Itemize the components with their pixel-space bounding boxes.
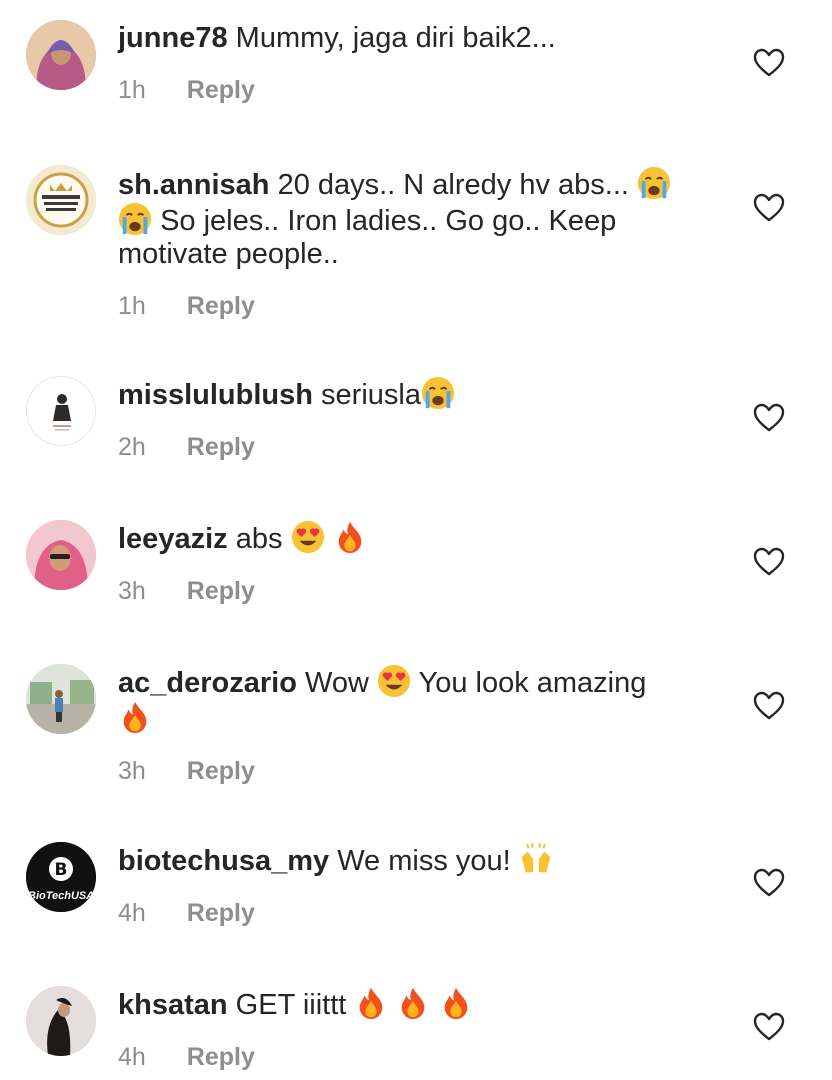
comment-body: khsatan GET iiittt 4h Reply <box>118 986 698 1072</box>
comment-time: 3h <box>118 757 146 785</box>
reply-button[interactable]: Reply <box>187 1042 255 1072</box>
figure-logo-avatar[interactable] <box>26 376 96 446</box>
woman-pink-avatar[interactable] <box>26 520 96 590</box>
comment-message: seriusla <box>321 379 421 411</box>
comment-time: 2h <box>118 433 146 461</box>
comment-username[interactable]: sh.annisah <box>118 169 270 201</box>
heart-outline-icon[interactable] <box>753 403 785 433</box>
reply-button[interactable]: Reply <box>187 75 255 105</box>
woman-dark-avatar[interactable] <box>26 986 96 1056</box>
comment-username[interactable]: junne78 <box>118 22 228 54</box>
comment-meta: 1h Reply <box>118 291 698 321</box>
raised-hands-emoji <box>519 842 553 876</box>
biotechusa-logo-avatar[interactable]: B BioTechUSA <box>26 842 96 912</box>
comment-body: ac_derozario Wow You look amazing 3h Rep… <box>118 664 698 786</box>
comment-message-line-3: motivate people.. <box>118 238 339 270</box>
comment-meta: 4h Reply <box>118 898 698 928</box>
crying-face-emoji <box>637 166 671 200</box>
comment-meta: 4h Reply <box>118 1042 698 1072</box>
comment-message: We miss you! <box>337 845 511 877</box>
svg-text:B: B <box>55 860 68 880</box>
outdoor-person-avatar[interactable] <box>26 664 96 734</box>
comment-time: 4h <box>118 1043 146 1071</box>
comment-body: misslulublush seriusla 2h Reply <box>118 376 698 462</box>
comment-text: ac_derozario Wow You look amazing <box>118 664 698 736</box>
avatar-brand-label: BioTechUSA <box>28 890 95 902</box>
reply-button[interactable]: Reply <box>187 291 255 321</box>
reply-button[interactable]: Reply <box>187 898 255 928</box>
comment-message-part-2: You look amazing <box>418 667 647 699</box>
comment-text: junne78 Mummy, jaga diri baik2... <box>118 22 698 55</box>
heart-outline-icon[interactable] <box>753 547 785 577</box>
comment-message: 20 days.. N alredy hv abs... <box>277 169 629 201</box>
reply-button[interactable]: Reply <box>187 756 255 786</box>
comment-username[interactable]: leeyaziz <box>118 523 228 555</box>
heart-outline-icon[interactable] <box>753 691 785 721</box>
comment-message: Mummy, jaga diri baik2... <box>235 22 556 54</box>
comment-text: biotechusa_my We miss you! <box>118 842 698 878</box>
fire-emoji <box>118 700 152 734</box>
comment-text: khsatan GET iiittt <box>118 986 698 1022</box>
comment-body: sh.annisah 20 days.. N alredy hv abs... … <box>118 166 698 321</box>
comment-body: leeyaziz abs 3h Reply <box>118 520 698 606</box>
comment-username[interactable]: misslulublush <box>118 379 313 411</box>
comment-meta: 2h Reply <box>118 432 698 462</box>
comment-text: misslulublush seriusla <box>118 376 698 412</box>
comment-text: leeyaziz abs <box>118 520 698 556</box>
heart-eyes-emoji <box>377 664 411 698</box>
comment-time: 4h <box>118 899 146 927</box>
comment-text: sh.annisah 20 days.. N alredy hv abs... … <box>118 166 698 271</box>
comment-time: 1h <box>118 76 146 104</box>
comment-body: junne78 Mummy, jaga diri baik2... 1h Rep… <box>118 22 698 105</box>
crying-face-emoji <box>421 376 455 410</box>
fire-emoji <box>333 520 367 554</box>
heart-outline-icon[interactable] <box>753 48 785 78</box>
reply-button[interactable]: Reply <box>187 576 255 606</box>
fire-emoji <box>354 986 388 1020</box>
comment-meta: 3h Reply <box>118 576 698 606</box>
reply-button[interactable]: Reply <box>187 432 255 462</box>
comment-meta: 1h Reply <box>118 75 698 105</box>
heart-outline-icon[interactable] <box>753 1012 785 1042</box>
comment-message-line-2: So jeles.. Iron ladies.. Go go.. Keep <box>160 205 617 237</box>
comment-body: biotechusa_my We miss you! 4h Reply <box>118 842 698 928</box>
comment-username[interactable]: khsatan <box>118 989 228 1021</box>
heart-eyes-emoji <box>291 520 325 554</box>
fire-emoji <box>396 986 430 1020</box>
comment-username[interactable]: ac_derozario <box>118 667 297 699</box>
heart-outline-icon[interactable] <box>753 193 785 223</box>
heart-outline-icon[interactable] <box>753 868 785 898</box>
comment-username[interactable]: biotechusa_my <box>118 845 329 877</box>
comment-message: GET iiittt <box>235 989 347 1021</box>
fire-emoji <box>439 986 473 1020</box>
comment-time: 1h <box>118 292 146 320</box>
comment-message: Wow <box>304 667 369 699</box>
woman-hijab-avatar[interactable] <box>26 20 96 90</box>
comment-time: 3h <box>118 577 146 605</box>
comment-meta: 3h Reply <box>118 756 698 786</box>
comment-message: abs <box>235 523 283 555</box>
crying-face-emoji <box>118 202 152 236</box>
gold-logo-avatar[interactable] <box>26 165 96 235</box>
